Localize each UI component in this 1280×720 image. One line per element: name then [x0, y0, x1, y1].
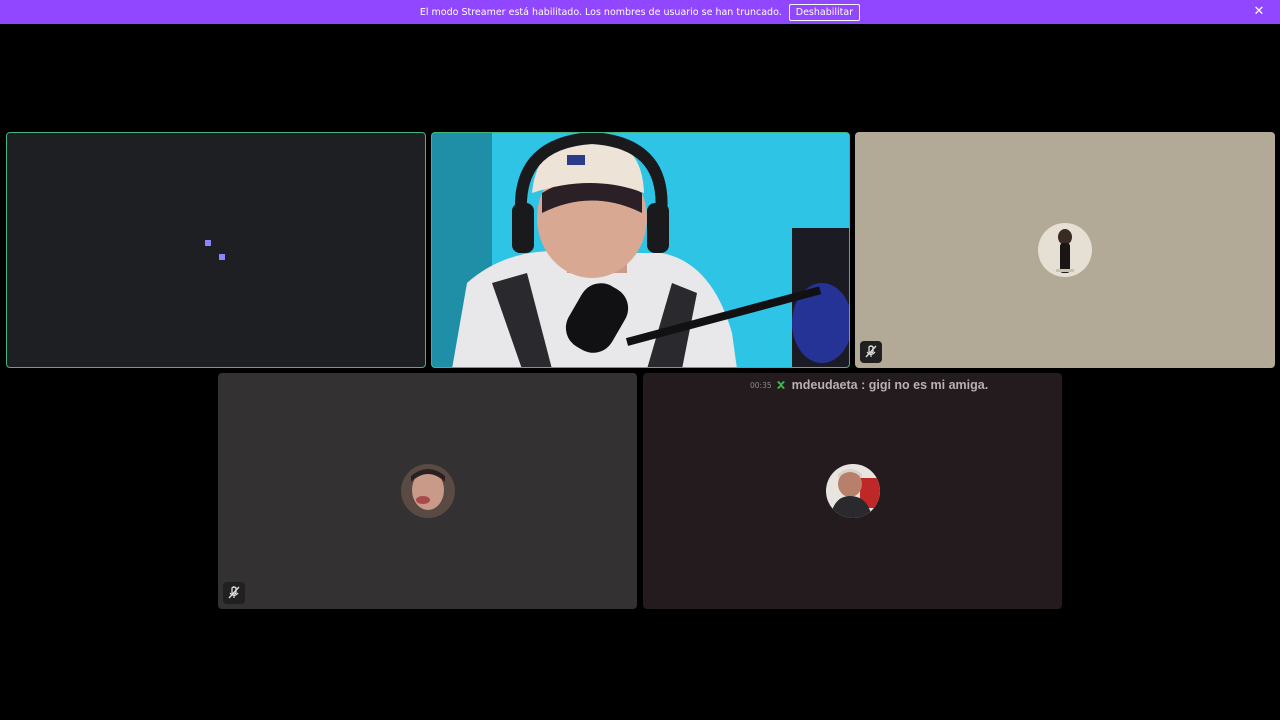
verified-badge-icon	[776, 381, 785, 389]
mute-icon	[223, 582, 245, 604]
participant-tile-1[interactable]	[6, 132, 426, 368]
disable-streamer-mode-button[interactable]: Deshabilitar	[788, 3, 861, 21]
pixel-dot	[205, 240, 211, 246]
chat-overlay: 00:35 mdeudaeta : gigi no es mi amiga.	[750, 378, 988, 392]
participant-tile-3[interactable]	[855, 132, 1275, 368]
avatar	[1038, 223, 1092, 277]
pixel-dot	[219, 254, 225, 260]
participant-tile-2[interactable]	[431, 132, 850, 368]
mute-icon	[860, 341, 882, 363]
participant-tile-5[interactable]: 00:35 mdeudaeta : gigi no es mi amiga.	[643, 373, 1062, 609]
avatar	[400, 464, 455, 518]
participant-tile-4[interactable]	[218, 373, 637, 609]
camera-video	[432, 133, 849, 367]
avatar	[825, 464, 880, 518]
streamer-mode-banner: El modo Streamer está habilitado. Los no…	[0, 0, 1280, 24]
streamer-mode-message: El modo Streamer está habilitado. Los no…	[419, 6, 782, 18]
close-icon[interactable]: ✕	[1252, 5, 1266, 19]
chat-message: mdeudaeta : gigi no es mi amiga.	[791, 378, 989, 392]
chat-timestamp: 00:35	[750, 380, 772, 390]
